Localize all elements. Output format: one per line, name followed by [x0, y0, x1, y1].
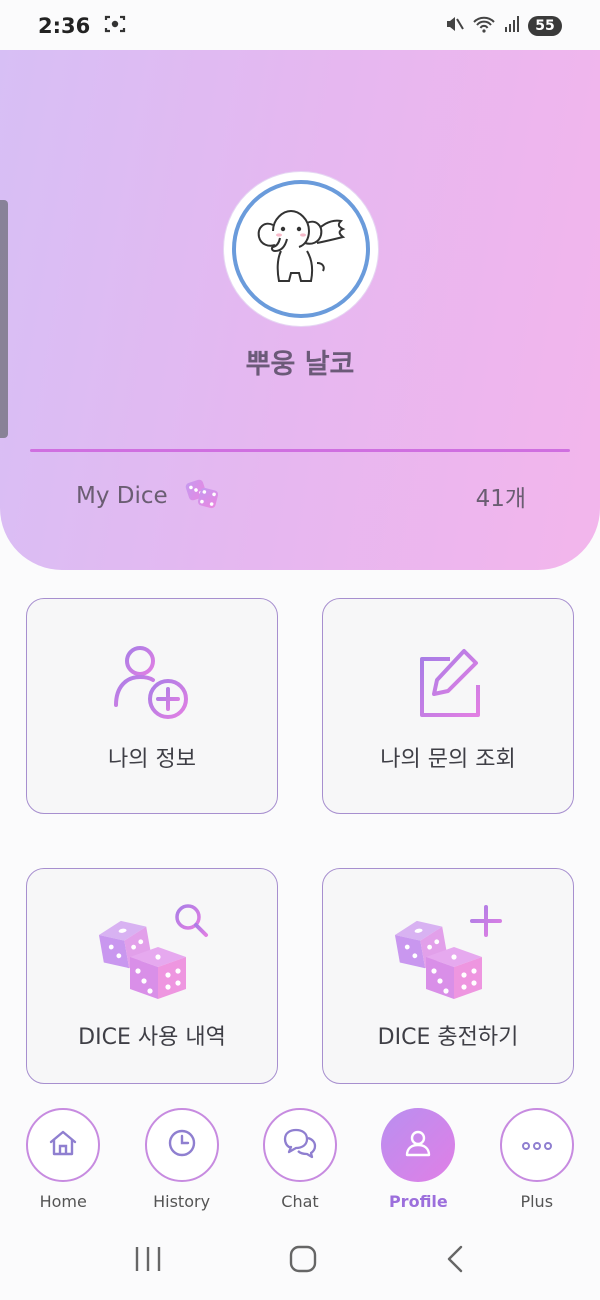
- nav-home-label: Home: [39, 1192, 87, 1211]
- recent-apps-button[interactable]: [133, 1245, 163, 1277]
- dice-charge-card[interactable]: DICE 충전하기: [322, 868, 574, 1084]
- status-left: 2:36: [38, 14, 126, 38]
- nav-home-button[interactable]: [26, 1108, 101, 1182]
- my-inquiry-label: 나의 문의 조회: [380, 747, 516, 772]
- bottom-nav: Home History Chat Profile Plus: [0, 1108, 600, 1220]
- edge-panel-handle[interactable]: [0, 200, 8, 438]
- avatar[interactable]: [224, 172, 378, 326]
- nav-profile[interactable]: Profile: [370, 1108, 466, 1220]
- my-dice-label-group: My Dice: [76, 478, 220, 514]
- signal-icon: [504, 15, 520, 37]
- my-inquiry-card[interactable]: 나의 문의 조회: [322, 598, 574, 814]
- nav-history-button[interactable]: [144, 1108, 219, 1182]
- chat-icon: [283, 1127, 317, 1163]
- mute-icon: [444, 14, 464, 38]
- more-icon: [521, 1136, 553, 1155]
- dice-plus-icon: [388, 899, 508, 1005]
- dice-history-label: DICE 사용 내역: [78, 1025, 226, 1050]
- dice-search-icon: [92, 899, 212, 1005]
- my-info-card[interactable]: 나의 정보: [26, 598, 278, 814]
- my-info-label: 나의 정보: [108, 747, 196, 772]
- nav-profile-button[interactable]: [381, 1108, 456, 1182]
- dice-icon: [184, 478, 220, 514]
- nav-chat-button[interactable]: [262, 1108, 337, 1182]
- my-dice-row: My Dice 41개: [76, 476, 526, 516]
- status-right: 55: [444, 14, 562, 38]
- my-dice-count: 41개: [475, 486, 526, 512]
- user-name: 뿌웅 날코: [245, 349, 355, 380]
- dice-charge-label: DICE 충전하기: [377, 1025, 519, 1050]
- nav-chat[interactable]: Chat: [252, 1108, 348, 1220]
- back-button[interactable]: [443, 1244, 467, 1278]
- profile-icon: [402, 1127, 434, 1163]
- system-nav-bar: [0, 1222, 600, 1300]
- nav-plus-label: Plus: [520, 1192, 554, 1211]
- status-bar: 2:36 55: [0, 0, 600, 52]
- elephant-avatar-icon: [232, 180, 370, 318]
- nav-plus-button[interactable]: [499, 1108, 574, 1182]
- nav-plus[interactable]: Plus: [489, 1108, 585, 1220]
- nav-profile-label: Profile: [388, 1192, 448, 1211]
- nav-home[interactable]: Home: [15, 1108, 111, 1220]
- header-divider: [30, 449, 570, 452]
- dice-history-card[interactable]: DICE 사용 내역: [26, 868, 278, 1084]
- home-icon: [47, 1127, 79, 1163]
- user-add-icon: [110, 643, 194, 727]
- my-dice-label: My Dice: [76, 483, 168, 509]
- clock-icon: [166, 1127, 198, 1163]
- nav-history[interactable]: History: [134, 1108, 230, 1220]
- wifi-icon: [472, 14, 496, 38]
- nav-chat-label: Chat: [281, 1192, 319, 1211]
- profile-header: 뿌웅 날코 My Dice 41개: [0, 50, 600, 570]
- nav-history-label: History: [153, 1192, 211, 1211]
- battery-icon: 55: [528, 16, 562, 36]
- edit-icon: [406, 643, 490, 727]
- screenshot-icon: [104, 14, 126, 38]
- status-time: 2:36: [38, 14, 91, 38]
- home-system-button[interactable]: [288, 1244, 318, 1278]
